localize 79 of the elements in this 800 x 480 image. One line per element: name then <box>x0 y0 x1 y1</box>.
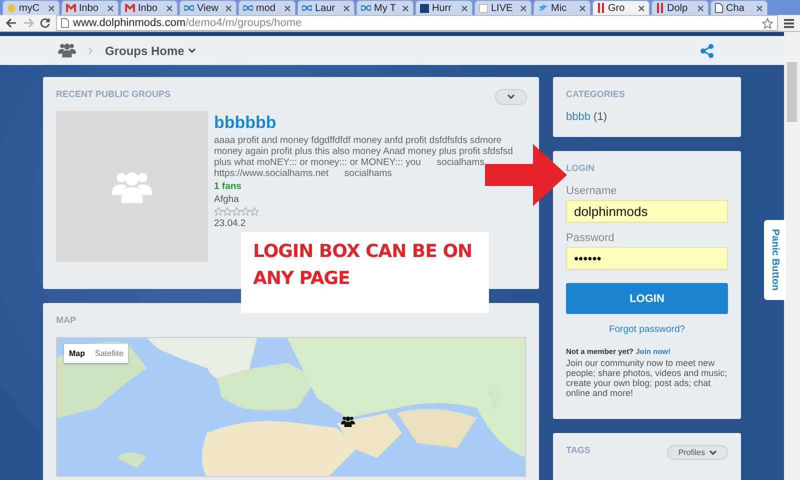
fans-count: 1 fans <box>214 181 242 192</box>
dropdown-button[interactable] <box>495 89 527 105</box>
group-placeholder-icon <box>112 170 152 202</box>
browser-tab[interactable]: myC <box>2 0 60 15</box>
forgot-password-link[interactable]: Forgot password? <box>566 324 728 335</box>
panel-title: RECENT PUBLIC GROUPS <box>56 89 171 99</box>
browser-tab[interactable]: My T <box>356 0 414 15</box>
bars-icon <box>597 3 605 13</box>
caret-icon <box>507 94 515 100</box>
mail-icon <box>125 4 135 12</box>
profiles-dropdown[interactable]: Profiles <box>667 445 728 460</box>
browser-tab[interactable]: mod <box>238 0 296 15</box>
category-link[interactable]: bbbb (1) <box>566 111 728 123</box>
logo-icon <box>420 4 429 12</box>
browser-tab[interactable]: Inbo <box>120 0 178 15</box>
caret-icon <box>709 450 717 456</box>
browser-tab[interactable]: Laur <box>297 0 355 15</box>
back-icon[interactable] <box>6 18 17 28</box>
panel-title: CATEGORIES <box>566 89 625 99</box>
login-button[interactable]: LOGIN <box>566 283 728 314</box>
group-location: Afgha <box>214 194 239 205</box>
mail-icon <box>66 4 76 12</box>
panic-button[interactable]: Panic Button <box>764 220 786 300</box>
close-icon[interactable] <box>343 4 350 12</box>
infinity-icon <box>361 5 371 11</box>
map-marker-icon <box>341 416 355 427</box>
browser-tab[interactable]: Mic <box>533 0 591 15</box>
close-icon[interactable] <box>638 4 645 12</box>
close-icon[interactable] <box>520 4 527 12</box>
group-date: 23.04.2 <box>214 218 246 229</box>
close-icon[interactable] <box>402 4 409 12</box>
bird-icon <box>538 4 548 12</box>
menu-icon[interactable] <box>784 18 794 28</box>
annotation-text: LOGIN BOX CAN BE ON ANY PAGE <box>253 241 472 289</box>
close-icon[interactable] <box>697 4 704 12</box>
password-label: Password <box>566 232 616 244</box>
close-icon[interactable] <box>166 4 173 12</box>
infinity-icon <box>302 5 312 11</box>
browser-tab[interactable]: Dolp <box>651 0 709 15</box>
infinity-icon <box>184 5 194 11</box>
browser-tab[interactable]: Hurr <box>415 0 473 15</box>
map-type-button[interactable]: Map <box>64 344 90 363</box>
panel-title: MAP <box>56 315 76 325</box>
caret-icon <box>188 48 196 54</box>
password-field[interactable]: •••••• <box>566 247 728 270</box>
browser-tab[interactable]: Inbo <box>61 0 119 15</box>
chevron-icon <box>88 46 93 54</box>
bars-icon <box>656 3 664 13</box>
blank-page-icon <box>479 4 488 12</box>
map-type-button[interactable]: Satellite <box>90 344 128 363</box>
close-icon[interactable] <box>284 4 291 12</box>
panel-title: LOGIN <box>566 163 594 173</box>
star-icon[interactable] <box>762 18 773 28</box>
page-icon <box>715 3 723 13</box>
shield-icon <box>7 4 16 12</box>
close-icon[interactable] <box>756 4 763 12</box>
infinity-icon <box>243 5 253 11</box>
username-label: Username <box>566 185 618 197</box>
page-icon <box>61 18 69 28</box>
browser-tab[interactable]: Cha <box>710 0 768 15</box>
panel-title: TAGS <box>566 445 590 455</box>
browser-tab[interactable]: Gro <box>592 0 650 15</box>
breadcrumb-dropdown[interactable]: Groups Home <box>105 44 196 58</box>
reload-icon[interactable] <box>40 18 50 28</box>
scrollbar[interactable] <box>784 32 800 480</box>
browser-tab[interactable]: View <box>179 0 237 15</box>
browser-tab[interactable]: LIVE <box>474 0 532 15</box>
close-icon[interactable] <box>461 4 468 12</box>
arrow-icon <box>485 144 567 206</box>
close-icon[interactable] <box>579 4 586 12</box>
groups-icon <box>58 43 76 58</box>
close-icon[interactable] <box>107 4 114 12</box>
share-icon[interactable] <box>700 44 714 58</box>
group-description: aaaa profit and money fdgdffdfdf money anfd profit dsfdfsfds sdmore money again profit plus this also money Anad money plus profit sfdsfsd plus what moNEY::: or money::: or MONEY::: you socialhams https://www.socialhams.net socialhams <box>214 135 514 179</box>
username-field[interactable]: dolphinmods <box>566 200 728 223</box>
address-bar[interactable]: www.dolphinmods.com/demo4/m/groups/home <box>56 15 778 31</box>
close-icon[interactable] <box>225 4 232 12</box>
close-icon[interactable] <box>48 4 55 12</box>
join-description: Join our community now to meet new people; share photos, videos and music; create your own blog; post ads; chat online and more! <box>566 358 728 398</box>
